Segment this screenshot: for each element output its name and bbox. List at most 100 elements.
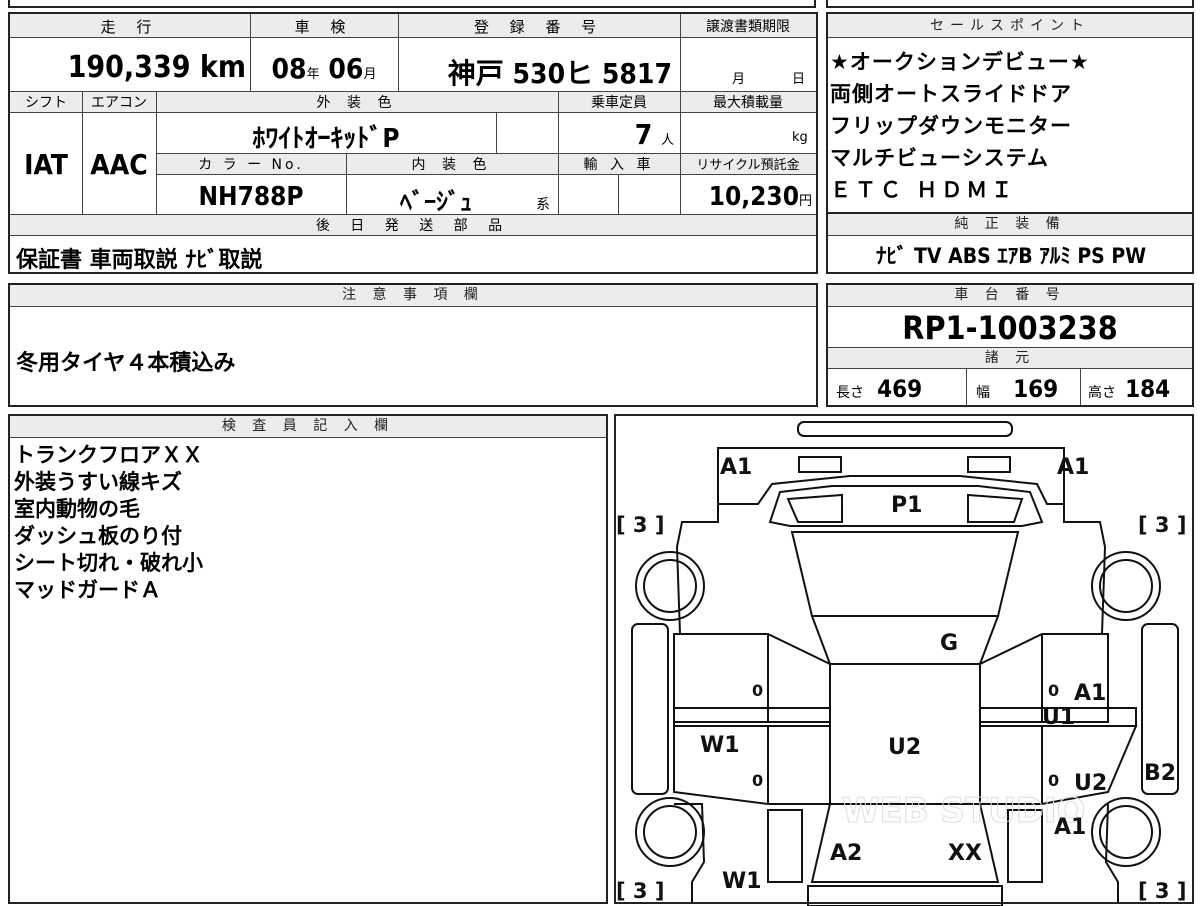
genuine-equipment-value: ﾅﾋﾞ TV ABS ｴｱB ｱﾙﾐ PS PW (875, 244, 1147, 268)
registration-value: 神戸 530ヒ 5817 (447, 57, 672, 90)
watermark-text: WEB STUDIO (842, 791, 1086, 831)
int-color-value: ﾍﾞｰｼﾞｭ (400, 188, 472, 216)
sales-point-line: ＥＴＣ ＨＤＭＩ (830, 178, 1017, 202)
spec-label: 諸 元 (828, 347, 1192, 369)
sales-point-line: 両側オートスライドドア (830, 82, 1072, 106)
divider (1080, 369, 1081, 405)
grille-right-shape (967, 493, 1024, 523)
inspection-value: 08年 06月 (250, 52, 398, 85)
transfer-day-unit: 日 (792, 72, 806, 87)
capacity-label: 乗車定員 (591, 95, 647, 111)
shift-label: シフト (25, 95, 67, 111)
divider (156, 91, 157, 214)
mark-a1-right-rear: A1 (1054, 815, 1086, 840)
sales-point-line: フリップダウンモニター (830, 114, 1072, 138)
mark-a2: A2 (830, 841, 862, 866)
inspection-month: 06 (328, 52, 364, 85)
later-parts-value: 保証書 車両取説 ﾅﾋﾞ取説 (16, 248, 263, 273)
notes-label: 注 意 事 項 欄 (10, 285, 816, 307)
mark-g: G (940, 631, 958, 656)
inspector-label: 検 査 員 記 入 欄 (10, 416, 606, 438)
capacity-unit: 人 (660, 133, 674, 148)
mark-b2: B2 (1144, 761, 1176, 786)
body-left-outline (674, 504, 719, 635)
headlight-left-shape (798, 456, 842, 473)
spec-width-value: 169 (1013, 375, 1059, 403)
inspector-line: トランクフロアＸＸ (14, 443, 203, 467)
registration-label: 登 録 番 号 (473, 18, 605, 36)
wheel-fl-inner-shape (643, 559, 697, 613)
vehicle-diagram-panel: WEB STUDIO A1 A1 P1 G U2 W1 A1 U1 B2 U2 … (614, 414, 1194, 906)
sales-point-line: マルチビューシステム (830, 146, 1049, 170)
headlight-right-shape (967, 456, 1011, 473)
rear-bumper-shape (807, 885, 1003, 906)
grille-left-shape (786, 493, 843, 523)
max-load-unit: kg (792, 130, 808, 145)
capacity-number: 7 (634, 118, 653, 151)
max-load-label: 最大積載量 (713, 95, 783, 111)
tire-tread-fr: [ 3 ] (1138, 513, 1186, 537)
inspection-year: 08 (271, 52, 307, 85)
zero-mark: 0 (752, 771, 763, 790)
zero-mark: 0 (1048, 771, 1059, 790)
wheel-rl-inner-shape (643, 805, 697, 859)
windshield-shape (790, 531, 1020, 617)
mark-u1-right: U1 (1042, 705, 1075, 730)
inspector-line: マッドガードＡ (14, 578, 161, 602)
mileage-number: 190,339 (67, 50, 191, 85)
left-rear-door-shape (673, 725, 831, 805)
ext-color-label: 外 装 色 (316, 95, 398, 111)
spec-length-value: 469 (877, 375, 923, 403)
divider (82, 91, 83, 214)
left-skirt-shape (631, 623, 669, 795)
mark-p1: P1 (891, 493, 922, 518)
vehicle-diagram: WEB STUDIO A1 A1 P1 G U2 W1 A1 U1 B2 U2 … (616, 421, 1186, 906)
divider (496, 113, 497, 153)
ac-label: エアコン (91, 95, 147, 111)
color-no-value: NH788P (198, 182, 304, 212)
wheel-rr-shape (1091, 797, 1161, 867)
spec-height-label: 高さ (1088, 385, 1116, 401)
left-side-sill-shape (673, 707, 831, 727)
divider (966, 369, 967, 405)
mileage-value: 190,339 km (10, 50, 246, 85)
inspector-line: ダッシュ板のり付 (14, 524, 182, 548)
recycle-label: リサイクル預託金 (696, 158, 800, 173)
mark-u2-center: U2 (888, 735, 921, 760)
int-color-suffix: 系 (536, 197, 550, 213)
divider (618, 175, 619, 214)
recycle-value: 10,230円 (680, 182, 814, 212)
rear-left-outline (674, 803, 706, 902)
mileage-label: 走 行 (100, 18, 160, 36)
main-info-panel: 走 行 車 検 登 録 番 号 譲渡書類期限 190,339 km 08年 06… (8, 12, 818, 274)
recycle-unit: 円 (798, 194, 812, 209)
transfer-month-unit: 月 (732, 72, 746, 87)
genuine-equipment-panel: 純 正 装 備 ﾅﾋﾞ TV ABS ｴｱB ｱﾙﾐ PS PW (826, 212, 1194, 274)
mark-w1-rear-left: W1 (722, 869, 762, 894)
wheel-fr-shape (1091, 551, 1161, 621)
chassis-panel: 車 台 番 号 RP1-1003238 諸 元 長さ 469 幅 169 高さ … (826, 283, 1194, 407)
top-cutoff-strip-right (826, 0, 1194, 8)
import-label: 輸 入 車 (583, 157, 655, 173)
mark-u2-right: U2 (1074, 771, 1107, 796)
inspector-line: 室内動物の毛 (14, 497, 140, 521)
spec-width: 幅 169 (976, 375, 1086, 403)
sales-points-panel: セールスポイント ★オークションデビュー★ 両側オートスライドドア フリップダウ… (826, 12, 1194, 214)
spec-length-label: 長さ (836, 385, 864, 401)
mark-w1-left-door: W1 (700, 733, 740, 758)
chassis-label: 車 台 番 号 (828, 285, 1192, 307)
sales-point-line: ★オークションデビュー★ (830, 50, 1090, 74)
transfer-label: 譲渡書類期限 (706, 19, 790, 35)
int-color-label: 内 装 色 (411, 157, 493, 173)
inspection-label: 車 検 (294, 18, 354, 36)
rear-left-quarter-shape (767, 809, 803, 883)
divider (398, 14, 399, 91)
zero-mark: 0 (752, 681, 763, 700)
divider (680, 14, 681, 214)
recycle-number: 10,230 (708, 182, 799, 212)
sales-points-label: セールスポイント (828, 14, 1192, 38)
wheel-fl-shape (635, 551, 705, 621)
spec-length: 長さ 469 (836, 375, 956, 403)
roof-front-shape (810, 615, 1000, 665)
mark-xx: XX (948, 841, 982, 866)
